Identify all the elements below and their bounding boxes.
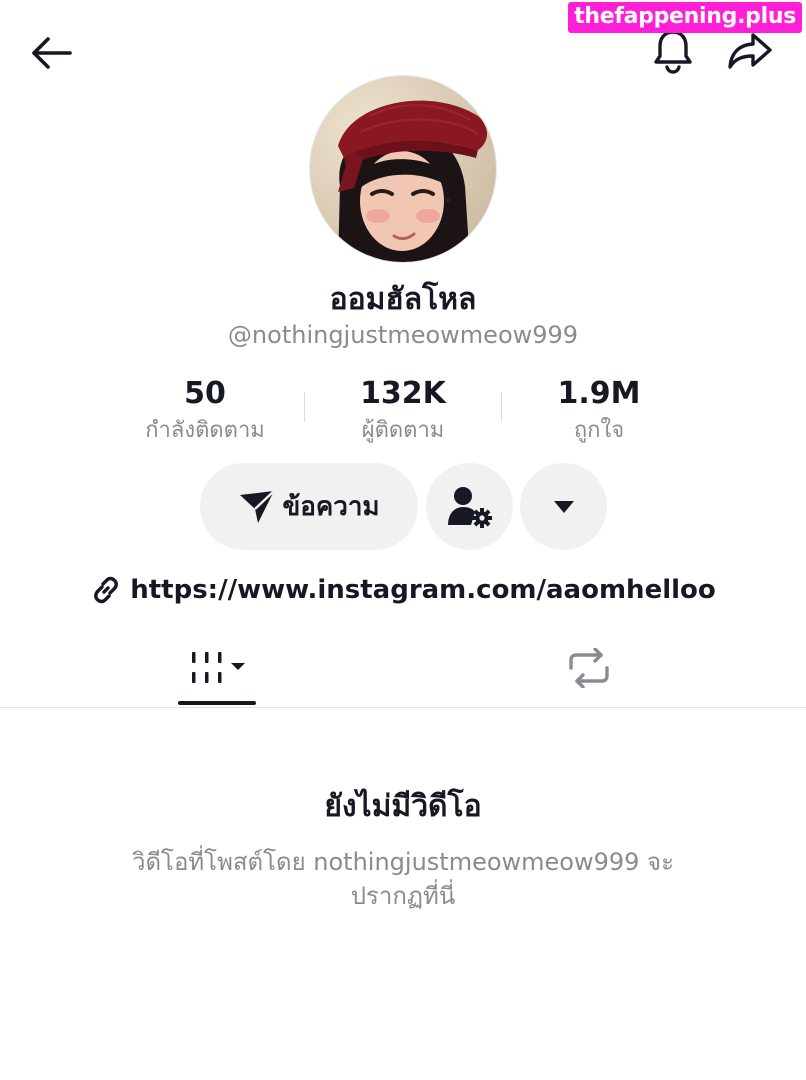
- back-button[interactable]: [28, 30, 74, 76]
- stat-following-label: กำลังติดตาม: [145, 418, 265, 443]
- watermark: thefappening.plus: [568, 2, 802, 33]
- share-icon: [728, 33, 772, 69]
- send-icon: [240, 489, 276, 523]
- repost-icon: [569, 648, 609, 688]
- profile-page: thefappening.plus ออมฮัลโหล @nothingjust…: [0, 0, 806, 1080]
- empty-state-title: ยังไม่มีวิดีโอ: [324, 789, 482, 824]
- username: @nothingjustmeowmeow999: [227, 321, 579, 349]
- stat-following-count: 50: [184, 376, 226, 411]
- arrow-left-icon: [32, 37, 72, 69]
- stat-likes-count: 1.9M: [557, 376, 641, 411]
- tab-videos[interactable]: [170, 630, 266, 706]
- stats-row: 50 กำลังติดตาม 132K ผู้ติดตาม 1.9M ถูกใจ: [105, 372, 701, 452]
- link-icon: [94, 576, 119, 604]
- stat-following[interactable]: 50 กำลังติดตาม: [105, 372, 305, 446]
- stat-followers-label: ผู้ติดตาม: [361, 418, 445, 443]
- stat-followers-count: 132K: [360, 376, 446, 411]
- avatar[interactable]: [309, 75, 497, 263]
- tab-reposts[interactable]: [554, 630, 624, 706]
- bell-icon: [654, 30, 692, 74]
- stat-followers[interactable]: 132K ผู้ติดตาม: [303, 372, 503, 446]
- content-tabs: [0, 630, 806, 708]
- stat-likes: 1.9M ถูกใจ: [499, 372, 699, 446]
- bio-link[interactable]: https://www.instagram.com/aaomhelloo: [0, 570, 806, 610]
- empty-state-description: วิดีโอที่โพสต์โดย nothingjustmeowmeow999…: [131, 848, 675, 910]
- message-button[interactable]: ข้อความ: [200, 463, 418, 550]
- message-button-label: ข้อความ: [282, 492, 380, 522]
- caret-down-icon: [553, 500, 574, 513]
- grid-icon: [192, 652, 245, 683]
- notification-button[interactable]: [648, 26, 698, 76]
- avatar-image: [310, 76, 496, 262]
- active-tab-indicator: [178, 701, 256, 705]
- stat-likes-label: ถูกใจ: [573, 418, 625, 443]
- bio-link-text: https://www.instagram.com/aaomhelloo: [130, 575, 716, 605]
- more-button[interactable]: [520, 463, 607, 550]
- profile-settings-button[interactable]: [426, 463, 513, 550]
- user-settings-icon: [447, 486, 492, 528]
- share-button[interactable]: [724, 26, 776, 76]
- display-name: ออมฮัลโหล: [329, 282, 477, 317]
